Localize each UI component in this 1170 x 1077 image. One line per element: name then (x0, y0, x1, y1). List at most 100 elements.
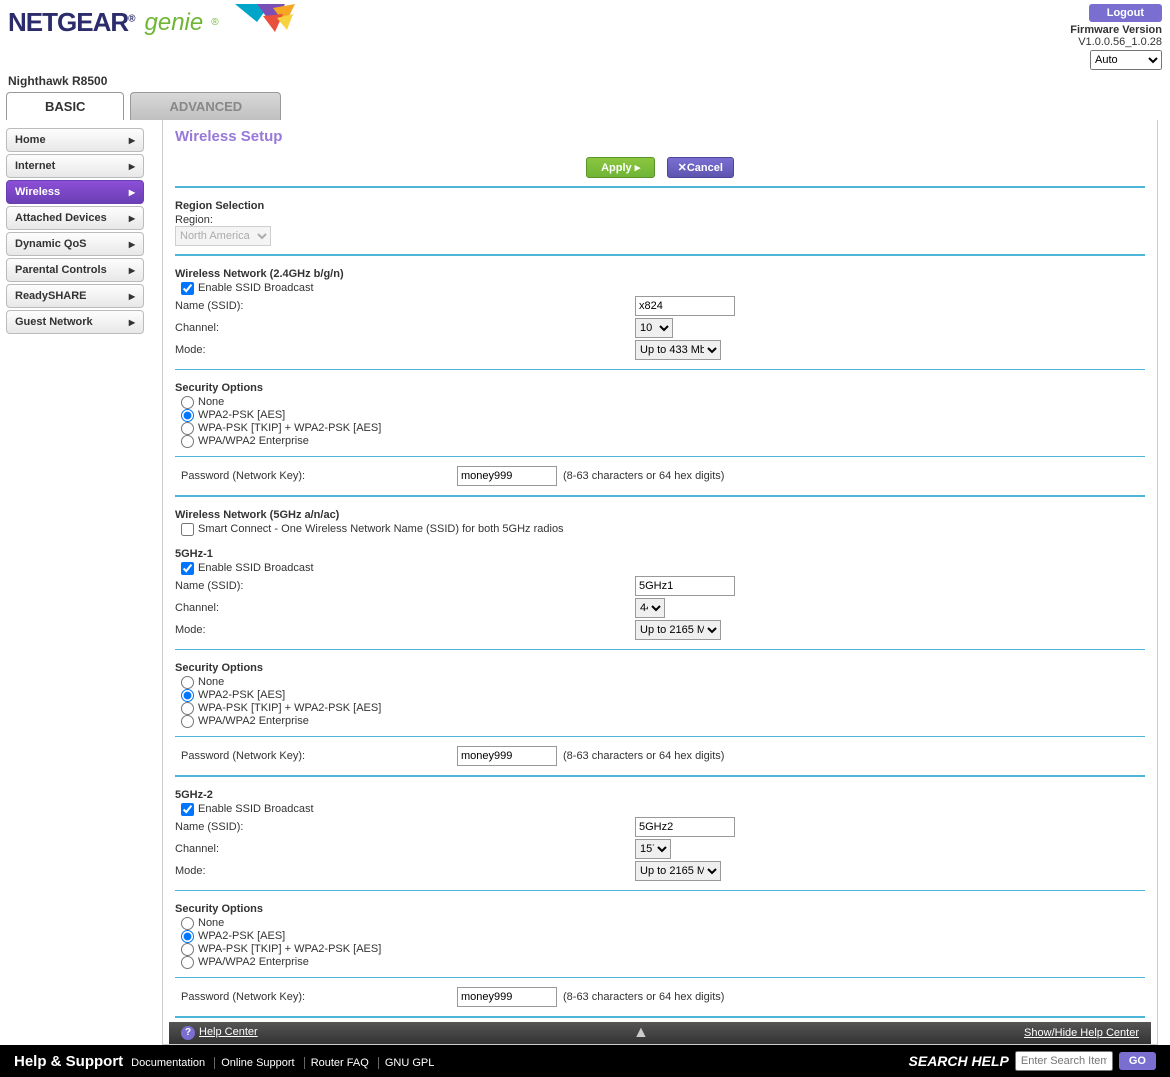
nav-label: Dynamic QoS (15, 238, 87, 250)
sec24-enterprise-radio[interactable] (181, 435, 194, 448)
help-bar: ?Help Center ▲ Show/Hide Help Center (169, 1022, 1151, 1044)
nav-label: Internet (15, 160, 55, 172)
footer-online-support-link[interactable]: Online Support (214, 1057, 300, 1069)
band5-1-heading: 5GHz-1 (175, 544, 1145, 562)
footer-gnu-gpl-link[interactable]: GNU GPL (378, 1057, 441, 1069)
sec24-wpa2-radio[interactable] (181, 409, 194, 422)
firmware-version: V1.0.0.56_1.0.28 (1070, 36, 1162, 48)
enable-ssid-label: Enable SSID Broadcast (198, 282, 314, 294)
channel-label: Channel: (175, 602, 635, 614)
sec-wpa2-label: WPA2-PSK [AES] (198, 930, 285, 942)
sec-enterprise-label: WPA/WPA2 Enterprise (198, 956, 309, 968)
channel-24-select[interactable]: 10 (635, 318, 673, 338)
nav-label: Attached Devices (15, 212, 107, 224)
sec5g1-wpawpa2-radio[interactable] (181, 702, 194, 715)
apply-button[interactable]: Apply ▸ (586, 157, 655, 178)
sec-enterprise-label: WPA/WPA2 Enterprise (198, 435, 309, 447)
nav-guest-network[interactable]: Guest Network▶ (6, 310, 144, 334)
nav-attached-devices[interactable]: Attached Devices▶ (6, 206, 144, 230)
help-center-link[interactable]: Help Center (199, 1026, 258, 1038)
sec5g2-enterprise-radio[interactable] (181, 956, 194, 969)
smart-connect-checkbox[interactable] (181, 523, 194, 536)
password-label: Password (Network Key): (181, 991, 457, 1003)
password-hint: (8-63 characters or 64 hex digits) (563, 991, 724, 1003)
sec-wpawpa2-label: WPA-PSK [TKIP] + WPA2-PSK [AES] (198, 943, 381, 955)
chevron-right-icon: ▶ (129, 240, 135, 249)
sec-wpa2-label: WPA2-PSK [AES] (198, 689, 285, 701)
sec-none-label: None (198, 676, 224, 688)
cancel-button[interactable]: ✕Cancel (667, 157, 734, 178)
password-24-input[interactable] (457, 466, 557, 486)
chevron-right-icon: ▶ (129, 266, 135, 275)
sec5g1-wpa2-radio[interactable] (181, 689, 194, 702)
chevron-right-icon: ▶ (129, 292, 135, 301)
sec-wpa2-label: WPA2-PSK [AES] (198, 409, 285, 421)
nav-parental-controls[interactable]: Parental Controls ▶ (6, 258, 144, 282)
mode-5g2-select[interactable]: Up to 2165 Mbps (635, 861, 721, 881)
show-hide-help-link[interactable]: Show/Hide Help Center (1024, 1027, 1139, 1039)
sec-wpawpa2-label: WPA-PSK [TKIP] + WPA2-PSK [AES] (198, 422, 381, 434)
chevron-up-icon[interactable]: ▲ (633, 1024, 649, 1042)
ssid-5g2-input[interactable] (635, 817, 735, 837)
content-panel: Wireless Setup Apply ▸ ✕Cancel Region Se… (162, 120, 1158, 1045)
sec5g1-none-radio[interactable] (181, 676, 194, 689)
chevron-right-icon: ▶ (129, 188, 135, 197)
sec5g2-wpa2-radio[interactable] (181, 930, 194, 943)
search-help-label: SEARCH HELP (909, 1053, 1009, 1069)
password-hint: (8-63 characters or 64 hex digits) (563, 750, 724, 762)
channel-label: Channel: (175, 322, 635, 334)
sec5g2-wpawpa2-radio[interactable] (181, 943, 194, 956)
ssid-label: Name (SSID): (175, 580, 635, 592)
logo-shape-icon (235, 4, 305, 41)
password-5g2-input[interactable] (457, 987, 557, 1007)
nav-wireless[interactable]: Wireless ▶ (6, 180, 144, 204)
enable-ssid-24-checkbox[interactable] (181, 282, 194, 295)
sec5g1-enterprise-radio[interactable] (181, 715, 194, 728)
nav-label: Wireless (15, 186, 60, 198)
band24-heading: Wireless Network (2.4GHz b/g/n) (175, 264, 1145, 282)
channel-5g1-select[interactable]: 44 (635, 598, 665, 618)
channel-5g2-select[interactable]: 157 (635, 839, 671, 859)
sec5g2-none-radio[interactable] (181, 917, 194, 930)
chevron-right-icon: ▶ (129, 162, 135, 171)
ssid-24-input[interactable] (635, 296, 735, 316)
security-heading-5g1: Security Options (175, 658, 1145, 676)
footer-documentation-link[interactable]: Documentation (131, 1057, 211, 1069)
nav-dynamic-qos[interactable]: Dynamic QoS ▶ (6, 232, 144, 256)
search-help-input[interactable] (1015, 1051, 1113, 1071)
footer: Help & Support Documentation Online Supp… (0, 1045, 1170, 1077)
region-label: Region: (175, 214, 1145, 226)
enable-ssid-5g1-checkbox[interactable] (181, 562, 194, 575)
password-hint: (8-63 characters or 64 hex digits) (563, 470, 724, 482)
ssid-5g1-input[interactable] (635, 576, 735, 596)
nav-label: ReadySHARE (15, 290, 87, 302)
go-button[interactable]: GO (1119, 1052, 1156, 1070)
nav-internet[interactable]: Internet ▶ (6, 154, 144, 178)
nav-readyshare[interactable]: ReadySHARE ▶ (6, 284, 144, 308)
nav-home[interactable]: Home▶ (6, 128, 144, 152)
enable-ssid-5g2-checkbox[interactable] (181, 803, 194, 816)
mode-5g1-select[interactable]: Up to 2165 Mbps (635, 620, 721, 640)
footer-router-faq-link[interactable]: Router FAQ (304, 1057, 375, 1069)
tab-basic[interactable]: BASIC (6, 92, 124, 120)
sidebar: Home▶ Internet▶ Wireless▶ Attached Devic… (6, 120, 144, 1045)
language-select[interactable]: Auto (1090, 50, 1162, 70)
ssid-label: Name (SSID): (175, 300, 635, 312)
mode-label: Mode: (175, 344, 635, 356)
sec24-none-radio[interactable] (181, 396, 194, 409)
password-label: Password (Network Key): (181, 470, 457, 482)
cancel-label: Cancel (687, 162, 723, 174)
logout-button[interactable]: Logout (1089, 4, 1162, 22)
page-title: Wireless Setup (163, 120, 1157, 153)
nav-label: Home (15, 134, 46, 146)
brand-logo: NETGEAR® (8, 7, 135, 38)
mode-24-select[interactable]: Up to 433 Mbps (635, 340, 721, 360)
sec24-wpawpa2-radio[interactable] (181, 422, 194, 435)
tab-advanced[interactable]: ADVANCED (130, 92, 281, 120)
nav-label: Parental Controls (15, 264, 107, 276)
password-5g1-input[interactable] (457, 746, 557, 766)
sec-wpawpa2-label: WPA-PSK [TKIP] + WPA2-PSK [AES] (198, 702, 381, 714)
security-heading-24: Security Options (175, 378, 1145, 396)
region-section-heading: Region Selection (175, 196, 1145, 214)
region-select: North America (175, 226, 271, 246)
